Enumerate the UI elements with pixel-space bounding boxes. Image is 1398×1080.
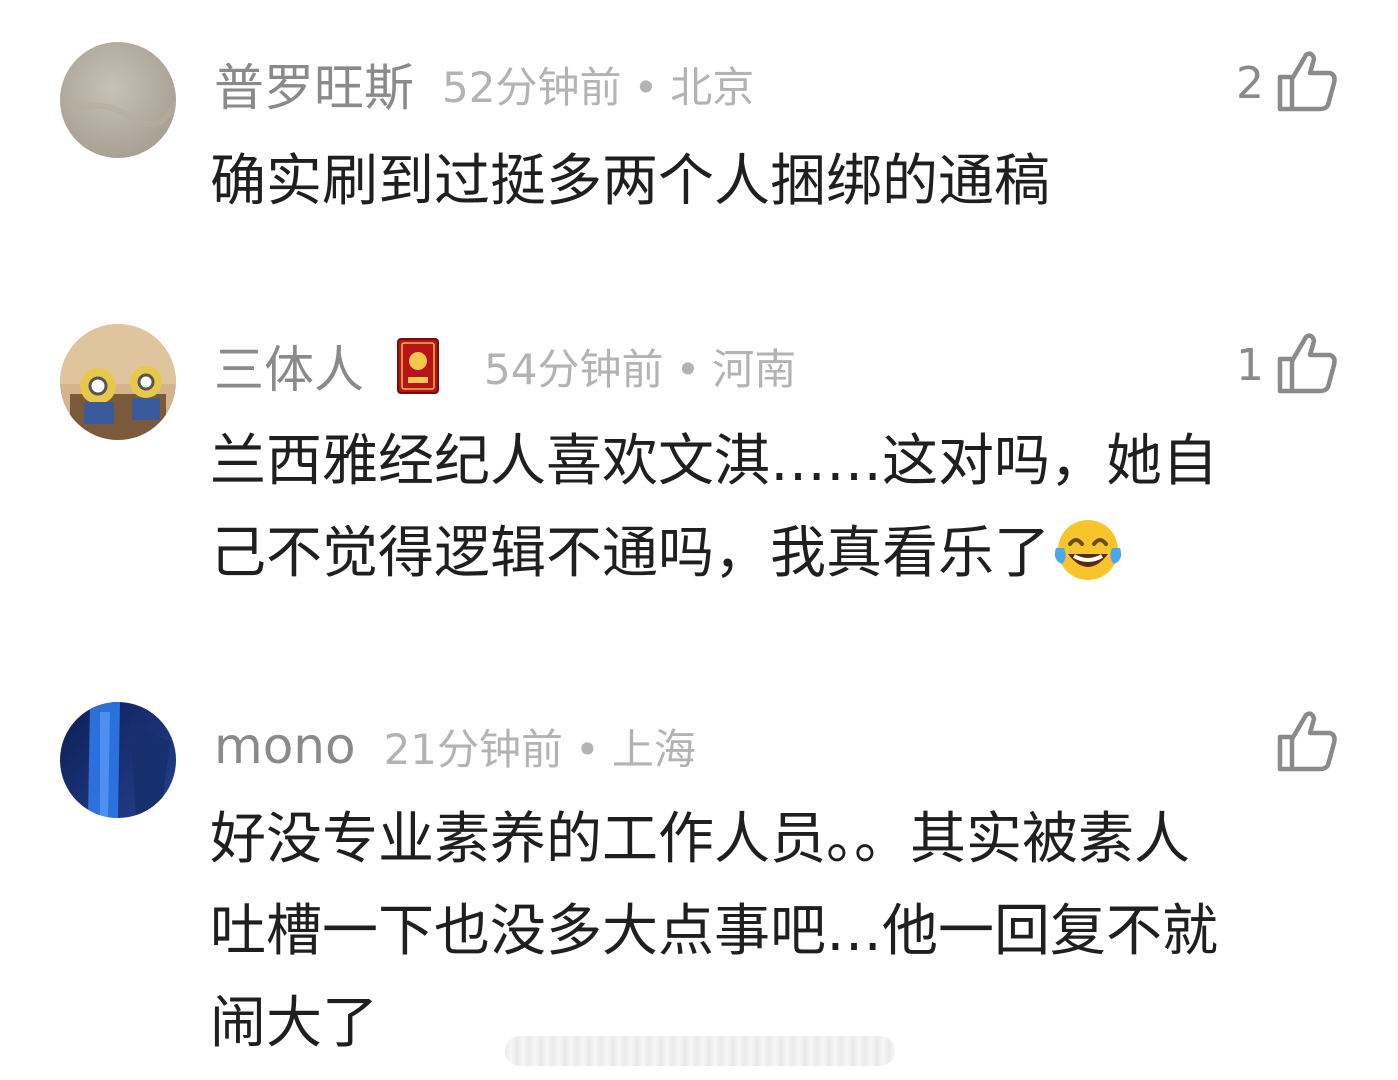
avatar[interactable] (60, 324, 176, 440)
username[interactable]: 普罗旺斯 (214, 48, 414, 120)
like-button[interactable] (1264, 708, 1338, 778)
comment-location: 北京 (670, 62, 755, 112)
comment-meta: mono 21分钟前 • 上海 (214, 716, 696, 776)
comment-text: 确实刷到过挺多两个人捆绑的通稿 (210, 149, 1050, 214)
red-card-badge-icon (396, 337, 440, 395)
laughing-with-tears-emoji-icon (1052, 514, 1124, 586)
watermark (505, 1036, 895, 1066)
comment-text: 好没专业素养的工作人员。。其实被素人 吐槽一下也没多大点事吧…他一回复不就 闹大… (210, 794, 1340, 1070)
comment-time: 21分钟前 (383, 724, 564, 774)
comment-location: 上海 (611, 724, 696, 774)
like-button[interactable]: 2 (1236, 48, 1338, 118)
thumbs-up-icon (1276, 331, 1338, 399)
separator-dot: • (633, 62, 659, 112)
avatar[interactable] (60, 702, 176, 818)
comment-meta: 普罗旺斯 52分钟前 • 北京 (214, 54, 754, 117)
comment-time: 52分钟前 (442, 62, 622, 112)
comment-text-line: 好没专业素养的工作人员。。其实被素人 (210, 807, 1190, 872)
avatar[interactable] (60, 42, 176, 158)
comment-location: 河南 (712, 344, 797, 394)
like-button[interactable]: 1 (1236, 330, 1338, 400)
separator-dot: • (675, 344, 701, 394)
like-count: 1 (1236, 339, 1264, 391)
like-count: 2 (1236, 57, 1264, 109)
separator-dot: • (575, 724, 600, 774)
comment-meta: 三体人 54分钟前 • 河南 (214, 336, 796, 399)
comment-text: 兰西雅经纪人喜欢文淇……这对吗，她自 己不觉得逻辑不通吗，我真看乐了 (210, 416, 1340, 600)
thumbs-up-icon (1276, 709, 1338, 777)
comment-text-line: 吐槽一下也没多大点事吧…他一回复不就 (210, 899, 1218, 964)
thumbs-up-icon (1276, 49, 1338, 117)
comment-info: 54分钟前 • 河南 (484, 336, 796, 397)
comment-info: 52分钟前 • 北京 (442, 54, 754, 115)
comment-text-line-with-emoji: 己不觉得逻辑不通吗，我真看乐了 (210, 508, 1340, 600)
comment-info: 21分钟前 • 上海 (384, 716, 696, 777)
username[interactable]: 三体人 (214, 330, 364, 402)
comment-time: 54分钟前 (484, 344, 664, 394)
username[interactable]: mono (214, 717, 356, 775)
comment-text-line: 兰西雅经纪人喜欢文淇……这对吗，她自 (210, 429, 1218, 494)
comment-text-line: 己不觉得逻辑不通吗，我真看乐了 (210, 521, 1050, 586)
